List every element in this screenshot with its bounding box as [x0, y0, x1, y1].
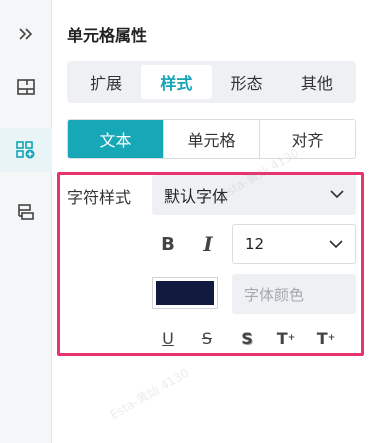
font-family-value: 默认字体: [164, 187, 229, 206]
collapse-panel-button[interactable]: [0, 12, 52, 56]
panel-title: 单元格属性: [67, 26, 148, 45]
tab-form[interactable]: 形态: [212, 65, 282, 99]
cell-properties-button[interactable]: [0, 128, 52, 172]
font-size-value: 12: [245, 235, 265, 253]
superscript-mark: +: [287, 333, 296, 343]
subscript-button[interactable]: T +: [314, 326, 338, 350]
font-size-select[interactable]: 12: [232, 224, 356, 264]
superscript-button[interactable]: T +: [274, 326, 298, 350]
strikethrough-button[interactable]: S: [195, 326, 219, 350]
tab-style[interactable]: 样式: [141, 65, 212, 99]
char-style-label: 字符样式: [67, 188, 132, 207]
font-color-fill: [156, 281, 214, 305]
property-tabs: 扩展 样式 形态 其他: [67, 61, 356, 103]
superscript-label: T: [276, 328, 288, 348]
subscript-label: T: [316, 328, 328, 348]
segment-cell[interactable]: 单元格: [163, 120, 259, 158]
layout-grid-icon: [17, 79, 35, 95]
segment-align[interactable]: 对齐: [259, 120, 355, 158]
segment-text[interactable]: 文本: [68, 120, 163, 158]
cell-properties-panel: 单元格属性 扩展 样式 形态 其他 文本 单元格 对齐 字符样式 默认字体 B …: [52, 0, 372, 443]
layers-icon: [18, 204, 34, 220]
bold-button[interactable]: B: [158, 232, 178, 256]
layers-button[interactable]: [0, 190, 52, 234]
subscript-mark: +: [327, 333, 336, 343]
font-family-select[interactable]: 默认字体: [152, 175, 356, 215]
chevron-down-icon: [330, 190, 344, 199]
cell-style-icon: [16, 141, 35, 159]
chevron-down-icon: [329, 240, 343, 249]
tab-extend[interactable]: 扩展: [71, 65, 141, 99]
italic-button[interactable]: I: [198, 232, 218, 256]
style-segment-control: 文本 单元格 对齐: [67, 119, 356, 159]
layout-button[interactable]: [0, 65, 52, 109]
underline-button[interactable]: U: [156, 326, 180, 350]
font-color-input[interactable]: 字体颜色: [232, 274, 356, 314]
icon-rail: [0, 0, 52, 443]
text-shadow-button[interactable]: S: [235, 326, 259, 350]
font-color-swatch[interactable]: [152, 277, 218, 309]
double-chevron-right-icon: [19, 28, 33, 40]
tab-other[interactable]: 其他: [282, 65, 352, 99]
